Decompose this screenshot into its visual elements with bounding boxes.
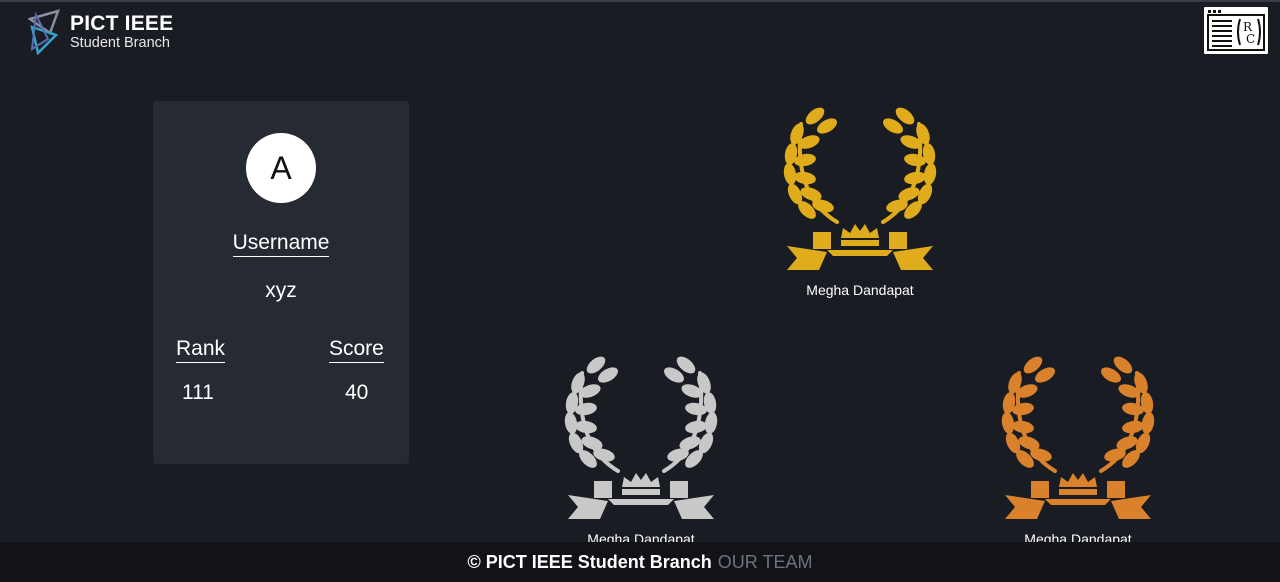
score-value: 40 <box>345 381 369 404</box>
footer-copyright: © PICT IEEE Student Branch <box>467 551 712 572</box>
laurel-crown-icon <box>783 107 937 270</box>
rank-value: 111 <box>182 381 214 404</box>
first-place-name: Megha Dandapat <box>806 282 914 298</box>
rank-label: Rank <box>176 337 226 363</box>
brand-logo[interactable]: PICT IEEE Student Branch <box>28 8 173 56</box>
username-label: Username <box>232 231 330 257</box>
avatar: A <box>246 133 316 203</box>
brand-title: PICT IEEE <box>70 12 174 36</box>
rc-logo-icon: R C <box>1206 9 1266 52</box>
pict-ieee-logo-icon <box>28 9 61 55</box>
footer: © PICT IEEE Student Branch OUR TEAM <box>0 542 1280 582</box>
laurel-crown-icon <box>564 356 718 519</box>
first-place: Megha Dandapat <box>760 104 960 298</box>
rc-logo[interactable]: R C <box>1204 7 1268 54</box>
username-value: xyz <box>265 279 297 302</box>
svg-text:C: C <box>1246 32 1255 46</box>
brand-subtitle: Student Branch <box>70 35 170 52</box>
third-place: Megha Dandapat <box>978 353 1178 547</box>
score-label: Score <box>329 337 384 363</box>
second-place: Megha Dandapat <box>541 353 741 547</box>
our-team-link[interactable]: OUR TEAM <box>718 552 813 573</box>
top-border <box>0 0 1280 2</box>
laurel-crown-icon <box>1001 356 1155 519</box>
profile-card: A Username xyz Rank Score 111 40 <box>153 101 409 464</box>
